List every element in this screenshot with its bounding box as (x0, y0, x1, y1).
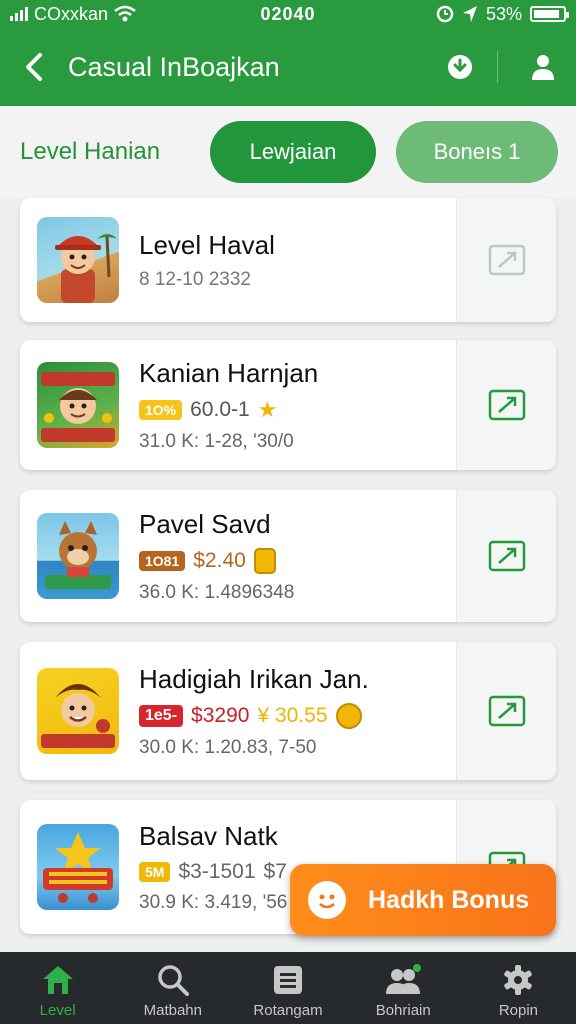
status-bar: COxxkan 02040 53% (0, 0, 576, 28)
tabs-row: Level Hanian Lewjaian Boneıs 1 (0, 106, 576, 198)
play-button[interactable] (456, 490, 556, 622)
section-title: Level Hanian (20, 138, 161, 165)
card-meta: 5M $3-1501 $7 (139, 860, 287, 884)
download-icon (448, 55, 472, 79)
coin-icon (253, 547, 276, 574)
battery-percent: 53% (485, 3, 522, 24)
bonus-button[interactable]: Hadkh Bonus (290, 864, 556, 936)
card-title: Hadigiah Irikan Jan. (139, 663, 369, 694)
nav-item-settings[interactable]: Ropin (461, 952, 576, 1024)
discount-badge: 1e5- (139, 704, 184, 727)
play-button[interactable] (456, 340, 556, 470)
nav-label: Ropin (498, 1002, 539, 1019)
game-thumbnail (37, 513, 119, 599)
signal-icon (10, 7, 28, 21)
app-header: Casual InBoajkan (0, 28, 576, 106)
user-icon (532, 55, 554, 80)
game-thumbnail (37, 217, 119, 303)
card-price-extra: $7 (263, 859, 287, 883)
tab-lewjaian[interactable]: Lewjaian (210, 121, 376, 183)
card-price: $3-1501 (178, 859, 256, 883)
bonus-button-label: Hadkh Bonus (368, 885, 530, 914)
nav-label: Bohriain (375, 1002, 431, 1019)
play-button[interactable] (456, 198, 556, 322)
alarm-icon (436, 5, 454, 23)
card-price: 60.0-1 (190, 397, 250, 421)
list-icon (274, 966, 302, 994)
status-time: 02040 (260, 3, 316, 24)
play-button[interactable] (456, 642, 556, 780)
list-item[interactable]: Level Haval 8 12-10 2332 (20, 198, 556, 322)
discount-badge: 1O81 (139, 550, 186, 571)
nav-item-friends[interactable]: Bohriain (346, 952, 461, 1024)
gear-icon (504, 965, 533, 995)
card-title: Kanian Harnjan (139, 357, 319, 388)
list-item[interactable]: Kanian Harnjan 1O% 60.0-1 ★ 31.0 K: 1-28… (20, 340, 556, 470)
notification-button[interactable] (439, 28, 481, 106)
card-meta: 1e5- $3290 ¥ 30.55 (139, 702, 369, 729)
card-stats: 30.0 K: 1.20.83, 7-50 (139, 736, 317, 758)
home-icon (42, 966, 73, 994)
card-title: Pavel Savd (139, 508, 271, 539)
card-price: $2.40 (193, 548, 246, 572)
nav-item-list[interactable]: Rotangam (230, 952, 345, 1024)
card-stats: 8 12-10 2332 (139, 268, 251, 290)
chat-bubble-icon (308, 881, 346, 919)
back-button[interactable] (0, 28, 68, 106)
bottom-nav: Level Matbahn Rotangam Bohriain Ropin (0, 952, 576, 1024)
header-divider (497, 51, 498, 83)
search-icon (158, 965, 189, 996)
card-meta: 1O% 60.0-1 ★ (139, 397, 318, 423)
play-icon (488, 244, 525, 276)
nav-item-search[interactable]: Matbahn (115, 952, 230, 1024)
card-title: Balsav Natk (139, 820, 278, 851)
card-title: Level Haval (139, 229, 275, 260)
battery-icon (530, 6, 569, 22)
game-thumbnail (37, 668, 119, 754)
discount-badge: 5M (139, 861, 171, 882)
tab-bonus[interactable]: Boneıs 1 (396, 121, 558, 183)
card-price-extra: ¥ 30.55 (257, 703, 328, 727)
play-icon (488, 540, 525, 572)
card-stats: 30.9 K: 3.419, '56 (139, 891, 288, 913)
people-icon (386, 964, 422, 994)
card-stats: 36.0 K: 1.4896348 (139, 581, 295, 603)
battery-fill (534, 10, 559, 18)
profile-button[interactable] (522, 28, 564, 106)
nav-item-level[interactable]: Level (0, 952, 115, 1024)
nav-label: Level (39, 1002, 76, 1019)
page-title: Casual InBoajkan (68, 51, 280, 82)
wifi-icon (114, 5, 136, 22)
back-arrow-icon (26, 53, 42, 81)
coin-icon (335, 702, 362, 729)
location-icon (462, 6, 477, 22)
carrier-label: COxxkan (34, 3, 109, 24)
play-icon (488, 695, 525, 727)
card-price: $3290 (191, 703, 250, 727)
game-thumbnail (37, 824, 119, 910)
play-icon (488, 389, 525, 421)
list-item[interactable]: Pavel Savd 1O81 $2.40 36.0 K: 1.4896348 (20, 490, 556, 622)
nav-label: Matbahn (143, 1002, 202, 1019)
nav-label: Rotangam (253, 1002, 323, 1019)
card-stats: 31.0 K: 1-28, '30/0 (139, 430, 294, 452)
discount-badge: 1O% (139, 399, 183, 420)
card-meta: 1O81 $2.40 (139, 547, 294, 574)
list-item[interactable]: Hadigiah Irikan Jan. 1e5- $3290 ¥ 30.55 … (20, 642, 556, 780)
star-icon: ★ (257, 396, 278, 422)
game-thumbnail (37, 362, 119, 448)
